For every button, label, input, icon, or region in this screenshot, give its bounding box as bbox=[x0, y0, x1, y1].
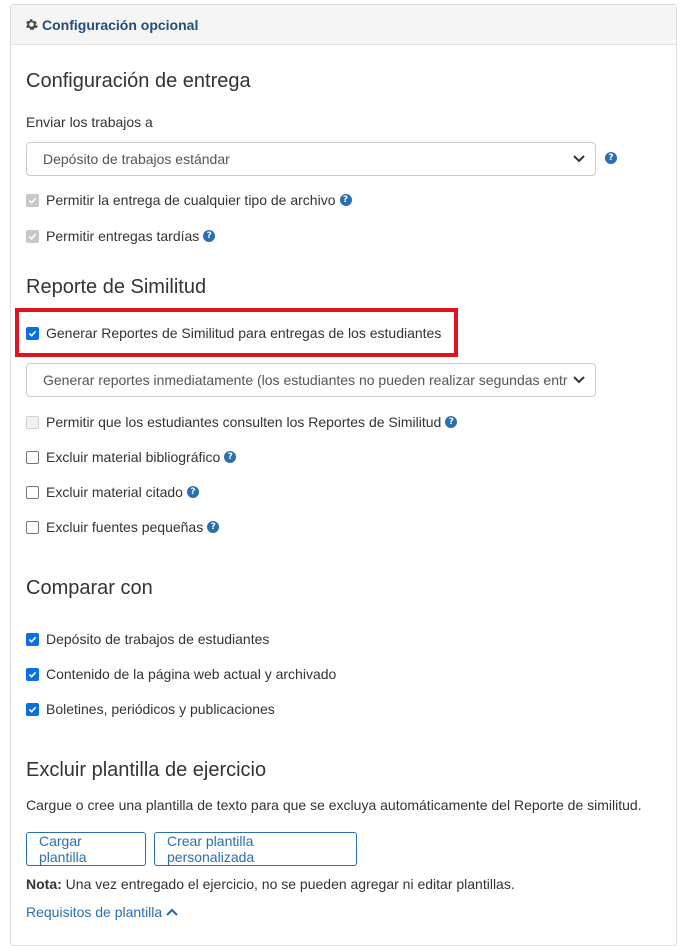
exclude-small-checkbox[interactable] bbox=[26, 520, 39, 534]
periodicals-row: Boletines, periódicos y publicaciones bbox=[26, 701, 275, 717]
exclude-quoted-label: Excluir material citado bbox=[46, 484, 183, 500]
compare-heading: Comparar con bbox=[26, 577, 153, 599]
template-requirements-link[interactable]: Requisitos de plantilla bbox=[26, 904, 178, 920]
help-icon[interactable]: ? bbox=[203, 230, 216, 242]
exclude-bibliographic-row: Excluir material bibliográfico ? bbox=[26, 449, 237, 465]
student-repository-label: Depósito de trabajos de estudiantes bbox=[46, 631, 270, 647]
generate-reports-label: Generar Reportes de Similitud para entre… bbox=[46, 325, 442, 341]
generate-reports-checkbox[interactable] bbox=[26, 326, 39, 340]
periodicals-checkbox[interactable] bbox=[26, 702, 39, 716]
help-icon[interactable]: ? bbox=[224, 451, 237, 463]
panel-header[interactable]: Configuración opcional bbox=[11, 5, 676, 45]
exclude-bibliographic-label: Excluir material bibliográfico bbox=[46, 449, 221, 465]
generate-when-value: Generar reportes inmediatamente (los est… bbox=[43, 372, 568, 388]
generate-reports-row: Generar Reportes de Similitud para entre… bbox=[26, 325, 441, 341]
student-repository-checkbox[interactable] bbox=[26, 632, 39, 646]
periodicals-label: Boletines, periódicos y publicaciones bbox=[46, 701, 275, 717]
template-description: Cargue o cree una plantilla de texto par… bbox=[26, 797, 642, 813]
generate-when-select[interactable]: Generar reportes inmediatamente (los est… bbox=[26, 363, 596, 397]
exclude-small-label: Excluir fuentes pequeñas bbox=[46, 519, 204, 535]
note-label: Nota: bbox=[26, 876, 62, 892]
send-to-value: Depósito de trabajos estándar bbox=[43, 151, 230, 167]
web-content-label: Contenido de la página web actual y arch… bbox=[46, 666, 337, 682]
students-view-checkbox[interactable] bbox=[26, 415, 39, 429]
send-to-label: Enviar los trabajos a bbox=[26, 114, 153, 130]
student-repository-row: Depósito de trabajos de estudiantes bbox=[26, 631, 269, 647]
panel-title: Configuración opcional bbox=[42, 16, 199, 33]
template-note: Nota: Una vez entregado el ejercicio, no… bbox=[26, 876, 676, 892]
help-icon[interactable]: ? bbox=[605, 152, 617, 164]
delivery-heading: Configuración de entrega bbox=[26, 70, 251, 92]
students-view-label: Permitir que los estudiantes consulten l… bbox=[46, 414, 442, 430]
help-icon[interactable]: ? bbox=[207, 521, 220, 533]
web-content-checkbox[interactable] bbox=[26, 667, 39, 681]
chevron-down-icon bbox=[573, 155, 585, 163]
gear-icon bbox=[26, 19, 38, 30]
help-icon[interactable]: ? bbox=[339, 194, 352, 206]
send-to-select[interactable]: Depósito de trabajos estándar bbox=[26, 142, 596, 176]
similarity-heading: Reporte de Similitud bbox=[26, 276, 207, 298]
web-content-row: Contenido de la página web actual y arch… bbox=[26, 666, 336, 682]
exclude-small-row: Excluir fuentes pequeñas ? bbox=[26, 519, 220, 535]
exclude-bibliographic-checkbox[interactable] bbox=[26, 450, 39, 464]
students-view-row: Permitir que los estudiantes consulten l… bbox=[26, 414, 458, 430]
chevron-down-icon bbox=[573, 376, 585, 384]
allow-any-file-row: Permitir la entrega de cualquier tipo de… bbox=[26, 192, 352, 208]
allow-late-label: Permitir entregas tardías bbox=[46, 228, 200, 244]
template-heading: Excluir plantilla de ejercicio bbox=[26, 759, 267, 781]
help-icon[interactable]: ? bbox=[186, 486, 199, 498]
help-icon[interactable]: ? bbox=[445, 416, 458, 428]
allow-any-file-label: Permitir la entrega de cualquier tipo de… bbox=[46, 192, 336, 208]
allow-late-checkbox[interactable] bbox=[26, 229, 39, 243]
template-requirements-label: Requisitos de plantilla bbox=[26, 904, 163, 920]
allow-any-file-checkbox[interactable] bbox=[26, 193, 39, 207]
allow-late-row: Permitir entregas tardías ? bbox=[26, 228, 216, 244]
upload-template-button[interactable]: Cargar plantilla bbox=[26, 832, 146, 866]
exclude-quoted-checkbox[interactable] bbox=[26, 485, 39, 499]
note-text: Una vez entregado el ejercicio, no se pu… bbox=[61, 876, 515, 892]
exclude-quoted-row: Excluir material citado ? bbox=[26, 484, 199, 500]
create-template-button[interactable]: Crear plantilla personalizada bbox=[154, 832, 357, 866]
chevron-up-icon bbox=[166, 907, 178, 916]
